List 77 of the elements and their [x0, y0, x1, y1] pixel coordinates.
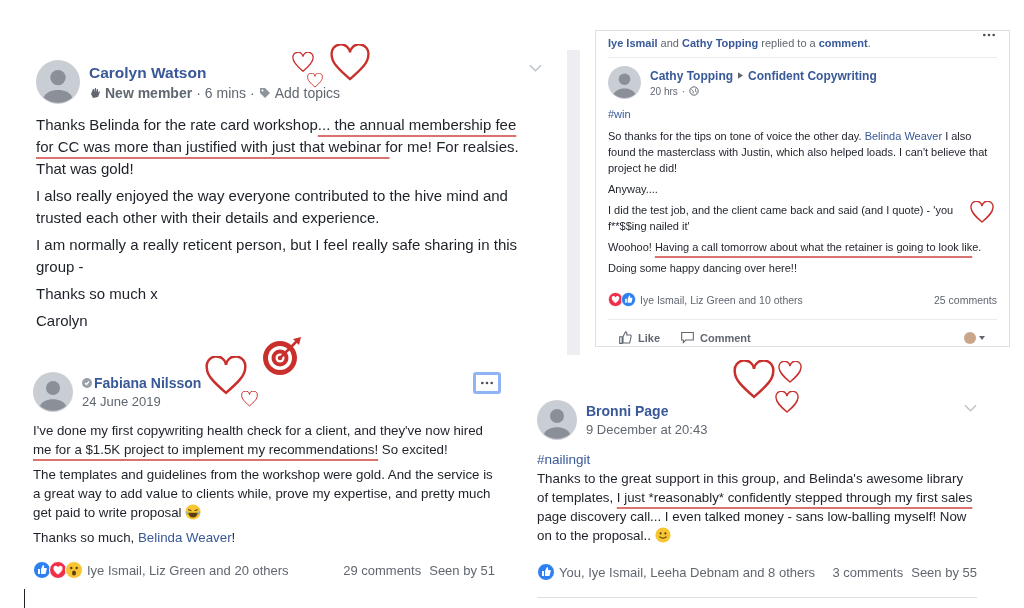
post-time[interactable]: 9 December at 20:43 [586, 422, 708, 437]
post-time[interactable]: 24 June 2019 [82, 394, 161, 409]
post-text: I am normally a really reticent person, but I feel really safe sharing in this group - [36, 235, 519, 277]
comment-button[interactable]: Comment [670, 326, 761, 349]
love-reaction-icon[interactable] [49, 561, 67, 579]
post-text: Thanks Belinda for the rate card workshop... the annual membership fee for CC was more than justified with just that webinar for me! For realsies. That was gold! [36, 115, 520, 179]
heart-doodle-icon [330, 44, 370, 81]
author-name[interactable]: Fabiana Nilsson [94, 375, 202, 391]
name-link[interactable]: Cathy Topping [682, 37, 759, 49]
avatar-caret-icon [963, 331, 987, 344]
separator-dot: · [681, 85, 686, 97]
like-reaction-icon[interactable] [621, 292, 636, 307]
name-link[interactable]: comment [818, 37, 868, 49]
waving-hand-icon [89, 86, 101, 99]
more-icon [982, 33, 996, 37]
separator-dot: · [250, 84, 255, 101]
seen-count[interactable]: Seen by 51 [429, 562, 495, 578]
post-text: Thanks so much x [36, 284, 159, 304]
avatar[interactable] [537, 400, 577, 440]
comment-count[interactable]: 29 comments [343, 562, 422, 578]
mention-link[interactable]: Belinda Weaver [137, 530, 232, 545]
post-text: Anyway.... [608, 182, 659, 197]
post-text: Thanks to the great support in this group, and Belinda's awesome library of templates, I just *reasonably* confidently stepped through my first sales page discovery call... I even talked money - sans low-balling myself! Now on to the proposal.. [537, 470, 974, 545]
laughing-emoji-icon [185, 504, 202, 520]
avatar[interactable] [36, 60, 80, 104]
chevron-down-icon[interactable] [529, 64, 542, 72]
post-time[interactable]: 20 hrs [650, 85, 678, 97]
post-time[interactable]: 6 mins [204, 84, 247, 101]
thumbs-up-icon [618, 330, 633, 345]
smiling-emoji-icon [654, 527, 671, 543]
reactors-text[interactable]: You, Iye Ismail, Leeha Debnam and 8 others [559, 564, 816, 580]
chevron-down-icon[interactable] [964, 404, 977, 412]
post-text: The templates and guidelines from the workshop were gold. And the service is a great way to add value to clients while, prove my expertise, and pretty much get paid to write proposal [33, 466, 494, 522]
globe-icon [689, 86, 700, 96]
hashtag-link[interactable]: #nailingit [537, 452, 977, 467]
target-icon [262, 336, 302, 376]
post-text: I also really enjoyed the way everyone contributed to the hive mind and trusted each other with their details and experience. [36, 186, 509, 228]
heart-doodle-icon [970, 201, 994, 224]
like-reaction-icon[interactable] [33, 561, 51, 579]
post-text: Thanks so much, Belinda Weaver! [33, 529, 237, 547]
separator-dot: · [196, 84, 201, 101]
heart-doodle-icon [292, 52, 314, 73]
like-reaction-icon[interactable] [537, 563, 555, 581]
more-icon [480, 381, 494, 385]
post-text: Woohoo! Having a call tomorrow about what the retainer is going to look like. [608, 240, 983, 255]
member-label: New member [105, 84, 193, 101]
reactors-text[interactable]: Iye Ismail, Liz Green and 10 others [640, 293, 803, 306]
heart-doodle-icon [307, 73, 323, 88]
avatar[interactable] [608, 66, 641, 99]
comment-count[interactable]: 3 comments [832, 564, 904, 580]
add-topics-link[interactable]: Add topics [274, 84, 341, 101]
post-text: So thanks for the tips on tone of voice the other day. Belinda Weaver I also found the masterclass with Justin, which also helped loads. I can't believe that project he did! [608, 129, 989, 176]
post-text: I did the test job, and the client came back and said (and I quote) - 'you f**$$ing nailed it' [608, 203, 955, 234]
post-text: Doing some happy dancing over here!! [608, 261, 798, 276]
author-name[interactable]: Cathy Topping [650, 68, 734, 83]
author-name[interactable]: Carolyn Watson [89, 63, 207, 82]
triangle-icon [738, 72, 744, 79]
speech-bubble-icon [680, 330, 695, 345]
love-reaction-icon[interactable] [608, 292, 623, 307]
text-cursor [24, 589, 25, 608]
name-link[interactable]: Iye Ismail [608, 37, 658, 49]
comment-count[interactable]: 25 comments [933, 293, 997, 306]
like-button[interactable]: Like [608, 326, 670, 349]
author-name[interactable]: Confident Copywriting [748, 68, 877, 83]
badge-icon [82, 378, 92, 388]
post-text: Carolyn [36, 311, 89, 331]
seen-count[interactable]: Seen by 55 [911, 564, 977, 580]
post-text: I've done my first copywriting health check for a client, and they've now hired me for a $1.5K project to implement my recommendations! So excited! [33, 422, 484, 459]
activity-notice: Iye Ismail and Cathy Topping replied to a comment. [608, 37, 871, 49]
avatar[interactable] [33, 372, 73, 412]
hashtag-link[interactable]: #win [608, 108, 997, 120]
heart-doodle-icon [778, 361, 802, 384]
tag-icon [258, 86, 271, 99]
wow-reaction-icon[interactable] [65, 561, 83, 579]
author-name[interactable]: Bronni Page [586, 403, 669, 419]
mention-link[interactable]: Belinda Weaver [864, 130, 943, 142]
reactors-text[interactable]: Iye Ismail, Liz Green and 20 others [87, 562, 289, 578]
